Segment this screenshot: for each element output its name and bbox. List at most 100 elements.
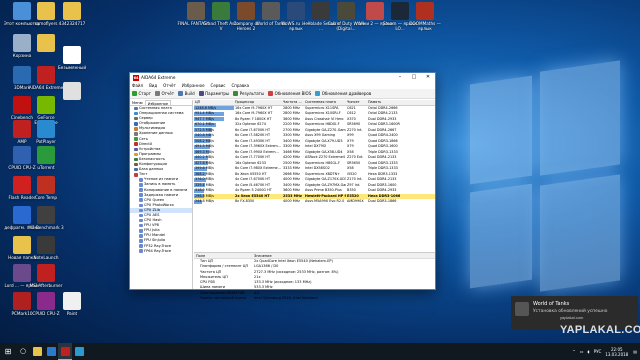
tree-item-icon [139, 229, 143, 233]
search-icon[interactable]: ○ [16, 343, 30, 360]
window-title: AIDA64 Extreme [141, 75, 176, 80]
taskbar-file-explorer[interactable] [30, 343, 44, 360]
toolbar-icon [198, 91, 204, 96]
menu-item[interactable]: Отчёт [163, 82, 176, 89]
score-value: 469.3 MB/s [195, 149, 214, 154]
desktop-icon[interactable]: uTorrent [26, 146, 66, 175]
close-icon[interactable]: ✕ [421, 73, 435, 82]
tree-item-icon [134, 106, 138, 111]
toolbar-label: Параметры [205, 91, 230, 96]
file-explorer-icon [32, 347, 42, 356]
desktop-icon[interactable]: M3 Benchmark 3 [26, 206, 66, 235]
column-header[interactable]: Системная плата [304, 100, 346, 105]
toolbar-button[interactable]: Обновления драйверов [315, 91, 371, 96]
info-value: Intel Tylersburg 5520, Intel Nehalem [254, 296, 318, 301]
taskbar-photos[interactable] [72, 343, 86, 360]
network-icon[interactable]: ▭ [580, 349, 584, 354]
tree-item-icon [134, 127, 138, 131]
tree-item-icon [134, 147, 138, 152]
info-column-header[interactable]: Поле [194, 253, 254, 258]
toolbar-button[interactable]: Отчёт [154, 91, 175, 96]
aida64-logo-icon: 64 [133, 74, 139, 81]
desktop-icon-label: 4342324717 [58, 21, 86, 26]
score-value: 540.8 MB/s [195, 133, 214, 137]
info-value: 2727.3 MHz (исходное: 2533 MHz, разгон: … [254, 269, 339, 274]
benchmark-table: ЦП Процессор Частота ... Системная плата Чип… [194, 100, 435, 220]
info-column-header[interactable]: Значение [254, 253, 272, 258]
score-value: 339.4 MB/s [195, 182, 214, 187]
tree-item[interactable]: FP64 Ray-Trace [130, 249, 192, 254]
column-header[interactable]: Память [367, 100, 412, 105]
maximize-icon[interactable]: □ [407, 73, 421, 82]
tree-item-label: FP64 Ray-Trace [144, 248, 172, 253]
tree-item-icon [134, 111, 138, 116]
column-header[interactable]: ЦП [194, 100, 234, 105]
column-header[interactable]: Процессор [234, 100, 282, 105]
cell-cpu: 8x FX-8350 [235, 199, 255, 203]
desktop-icon[interactable]: 4342324717 [52, 2, 92, 31]
score-value: 244.8 MB/s [195, 199, 214, 203]
sidebar-tab[interactable]: Избранное [144, 100, 172, 106]
score-value: 491.5 MB/s [195, 144, 214, 148]
toolbar-label: Старт [138, 91, 151, 96]
toolbar-button[interactable]: Build [178, 91, 195, 96]
taskbar-edge[interactable] [44, 343, 58, 360]
desktop-icon[interactable]: NoteLaunch [26, 236, 66, 265]
toolbar-button[interactable]: Старт [132, 91, 151, 96]
tray-chevron-icon[interactable]: ⌃ [572, 349, 575, 354]
score-value: 572.5 MB/s [195, 127, 214, 132]
language-indicator[interactable]: РУС [594, 349, 602, 354]
toolbar-button[interactable]: Обновления BIOS [268, 91, 311, 96]
notifications-icon[interactable]: ▤ [633, 349, 637, 354]
cell-chipset: AMD990X [347, 199, 364, 203]
tree-item-icon [139, 193, 143, 197]
table-row[interactable]: 244.8 MB/s 8x FX-8350 4000 MHz Asus M5A99X … [194, 199, 435, 205]
world-of-tanks-icon [515, 302, 529, 316]
app-icon [37, 236, 55, 254]
toolbar-icon [268, 91, 274, 96]
sidebar-tab[interactable]: Меню [130, 100, 145, 105]
score-value: 376.0 MB/s [195, 177, 214, 181]
column-header[interactable]: Чипсет [346, 100, 367, 105]
menu-item[interactable]: Файл [132, 82, 143, 89]
tree-item-icon [134, 137, 138, 141]
toolbar-icon [178, 91, 184, 96]
wallpaper-logo [470, 60, 620, 292]
toolbar-button[interactable]: Результаты [233, 91, 264, 96]
column-header[interactable]: Частота ... [282, 100, 304, 105]
desktop-icon[interactable]: Core Temp [26, 176, 66, 205]
aida64-window[interactable]: 64 AIDA64 Extreme – □ ✕ Файл Вид Отчёт Избр… [129, 72, 436, 300]
desktop-icon[interactable]: Paint [52, 292, 92, 321]
start-button[interactable]: ⊞ [0, 343, 16, 360]
desktop-icon-label: uTorrent [37, 165, 55, 170]
tree-item-icon [139, 183, 143, 187]
toolbar-label: Build [184, 91, 195, 96]
app-icon [37, 96, 55, 114]
toolbar-button[interactable]: Параметры [198, 91, 230, 96]
taskbar-aida64[interactable] [58, 343, 72, 360]
app-icon [37, 176, 55, 194]
toolbar-label: Отчёт [161, 91, 175, 96]
aida64-icon [60, 346, 70, 356]
info-row[interactable]: Чипсет системной платы Intel Tylersburg 5… [194, 296, 435, 301]
menu-item[interactable]: Избранное [182, 82, 205, 89]
info-field: Чипсет системной платы [200, 296, 247, 301]
menu-item[interactable]: Вид [149, 82, 157, 89]
tree-item-icon [139, 223, 143, 228]
desktop-icon[interactable]: MSI Afterburner [26, 264, 66, 293]
volume-icon[interactable]: ◖ [588, 349, 590, 354]
app-icon [37, 146, 55, 164]
toolbar-label: Обновления драйверов [321, 91, 372, 96]
clock[interactable]: 22:05 13.03.2018 [605, 347, 628, 357]
minimize-icon[interactable]: – [393, 73, 407, 82]
watermark: YAPLAKAL.COM [560, 324, 640, 336]
desktop-icon[interactable]: PotPlayer [26, 120, 66, 149]
score-value: 670.1 MB/s [195, 122, 214, 126]
desktop-icon[interactable]: DOOMMaths — ярлык [405, 2, 445, 31]
app-icon [37, 206, 55, 224]
score-value: 951.4 MB/s [195, 111, 214, 115]
menu-item[interactable]: Справка [231, 82, 249, 89]
title-bar[interactable]: 64 AIDA64 Extreme – □ ✕ [130, 73, 435, 82]
menu-item[interactable]: Сервис [211, 82, 226, 89]
desktop-icon-label: M3 Benchmark 3 [28, 225, 64, 230]
